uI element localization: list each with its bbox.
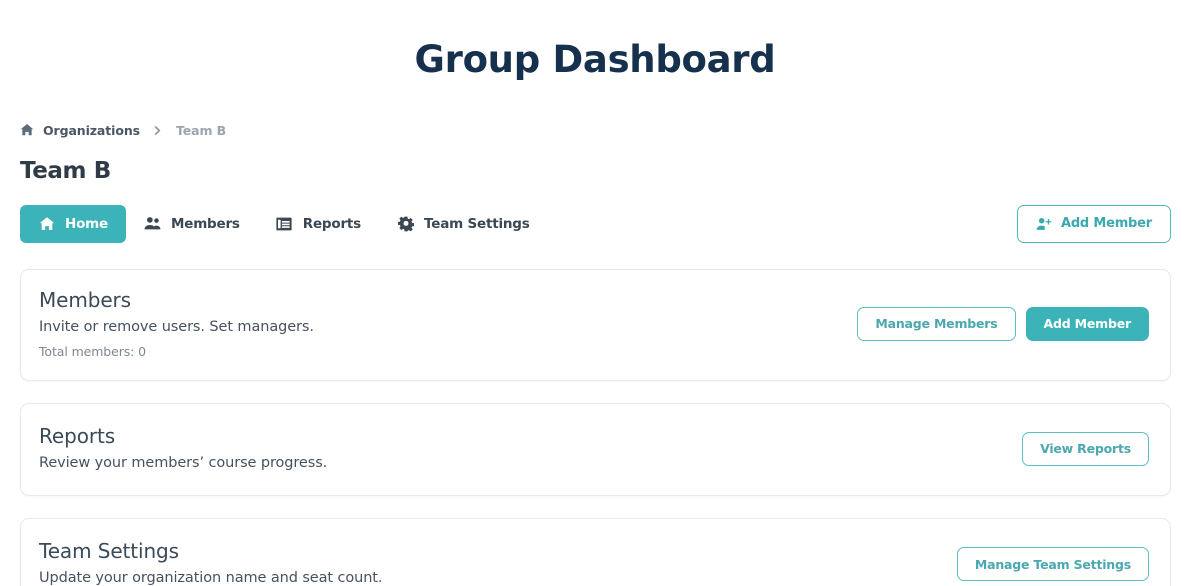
- add-member-button-top[interactable]: Add Member: [1017, 205, 1171, 243]
- tab-members-label: Members: [171, 216, 240, 232]
- page-title: Group Dashboard: [0, 0, 1190, 82]
- breadcrumb-current-team-b: Team B: [176, 123, 226, 138]
- card-members-actions: Manage Members Add Member: [857, 307, 1149, 341]
- card-members-text: Members Invite or remove users. Set mana…: [39, 288, 857, 360]
- card-reports-actions: View Reports: [1022, 432, 1149, 466]
- user-plus-icon: [1036, 216, 1052, 232]
- card-team-settings-actions: Manage Team Settings: [957, 547, 1149, 581]
- tab-bar: Home Members: [20, 205, 1171, 243]
- users-icon: [144, 215, 161, 232]
- tab-reports-label: Reports: [303, 216, 361, 232]
- tab-list: Home Members: [20, 205, 548, 243]
- breadcrumb: Organizations Team B: [20, 121, 1171, 139]
- card-team-settings-description: Update your organization name and seat c…: [39, 569, 957, 586]
- group-name-heading: Team B: [20, 158, 1171, 186]
- card-members-description: Invite or remove users. Set managers.: [39, 318, 857, 338]
- page-content: Organizations Team B Team B Home: [0, 121, 1190, 586]
- tab-members[interactable]: Members: [126, 205, 258, 243]
- home-icon: [38, 215, 55, 232]
- card-team-settings: Team Settings Update your organization n…: [20, 518, 1171, 586]
- tab-team-settings-label: Team Settings: [424, 216, 530, 232]
- card-members-total-count: Total members: 0: [39, 344, 857, 360]
- view-reports-button[interactable]: View Reports: [1022, 432, 1149, 466]
- card-reports-title: Reports: [39, 424, 1022, 448]
- chevron-right-icon: [152, 124, 164, 136]
- group-dashboard-page: Group Dashboard Organizations Team B Tea…: [0, 0, 1190, 586]
- card-team-settings-text: Team Settings Update your organization n…: [39, 539, 957, 586]
- home-icon: [20, 123, 34, 137]
- add-member-button[interactable]: Add Member: [1026, 307, 1149, 341]
- card-members: Members Invite or remove users. Set mana…: [20, 269, 1171, 381]
- tab-home-label: Home: [65, 216, 108, 232]
- table-list-icon: [276, 215, 293, 232]
- card-reports: Reports Review your members’ course prog…: [20, 403, 1171, 497]
- manage-team-settings-button[interactable]: Manage Team Settings: [957, 547, 1149, 581]
- breadcrumb-link-organizations[interactable]: Organizations: [43, 123, 140, 138]
- tab-home[interactable]: Home: [20, 205, 126, 243]
- gear-icon: [397, 215, 414, 232]
- card-team-settings-title: Team Settings: [39, 539, 957, 563]
- card-members-title: Members: [39, 288, 857, 312]
- card-reports-text: Reports Review your members’ course prog…: [39, 424, 1022, 474]
- add-member-button-top-label: Add Member: [1061, 216, 1152, 231]
- tab-reports[interactable]: Reports: [258, 205, 379, 243]
- card-reports-description: Review your members’ course progress.: [39, 454, 1022, 474]
- manage-members-button[interactable]: Manage Members: [857, 307, 1015, 341]
- tab-team-settings[interactable]: Team Settings: [379, 205, 548, 243]
